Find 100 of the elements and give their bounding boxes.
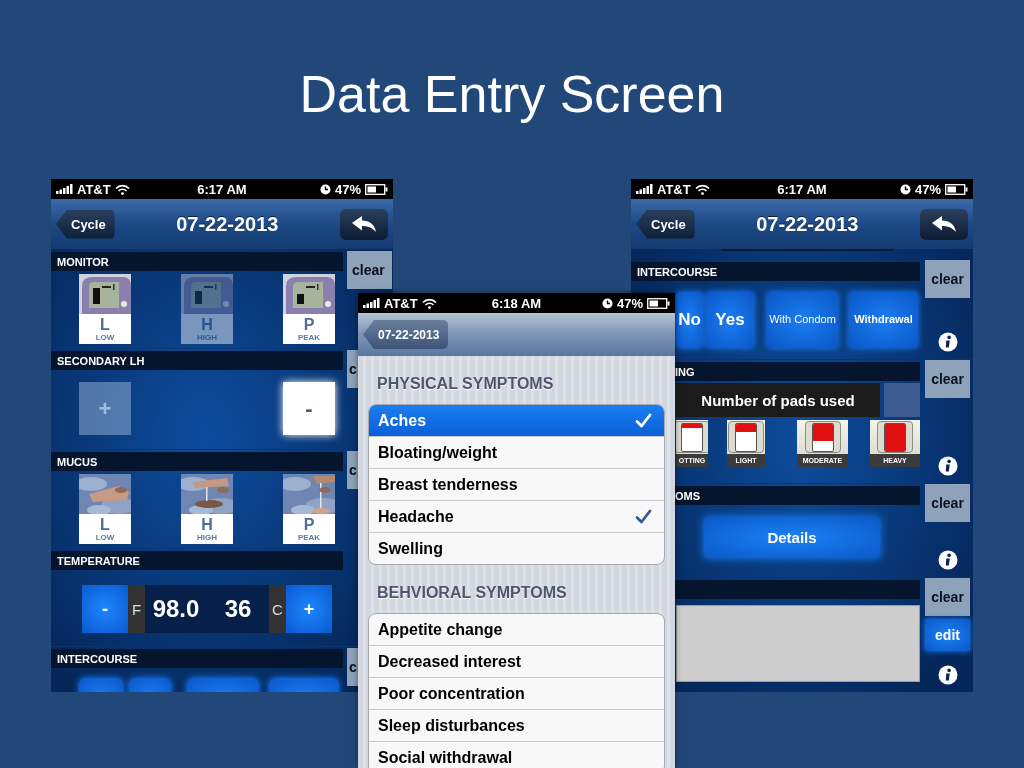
pad-icon xyxy=(877,421,913,453)
battery-percent: 47% xyxy=(334,181,361,197)
pad-icon xyxy=(804,421,841,453)
slide-title: Data Entry Screen xyxy=(299,64,725,124)
option-label: HIGH xyxy=(197,533,217,542)
info-icon[interactable] xyxy=(937,456,958,476)
plus-button[interactable]: + xyxy=(286,585,332,633)
clear-button[interactable]: c xyxy=(347,350,358,388)
device-icon xyxy=(181,274,233,314)
section-heading: BEHVIORAL SYMPTOMS xyxy=(376,583,568,603)
section-title: TEMPERATURE xyxy=(57,554,140,567)
option-card[interactable]: P PEAK xyxy=(283,474,335,544)
clock-time: 6:18 AM xyxy=(491,295,542,311)
back-button[interactable]: 07-22-2013 xyxy=(363,320,449,349)
option-button[interactable]: Yes xyxy=(706,292,754,348)
list-item[interactable]: Aches xyxy=(369,405,664,436)
device-icon xyxy=(79,274,131,314)
option-letter: P xyxy=(303,516,315,533)
item-label: Poor concentration xyxy=(378,684,525,703)
item-label: Bloating/weight xyxy=(378,443,498,462)
list-item[interactable]: Breast tenderness xyxy=(369,468,664,500)
section-title: SECONDARY LH xyxy=(57,354,145,367)
clear-button[interactable]: clear xyxy=(925,484,970,522)
section-heading: PHYSICAL SYMPTOMS xyxy=(376,374,555,394)
details-button[interactable]: Details xyxy=(704,517,880,558)
clock-icon xyxy=(319,183,331,195)
edit-button[interactable]: edit xyxy=(925,619,970,651)
option-letter: H xyxy=(201,316,213,333)
battery-icon xyxy=(647,297,670,309)
item-label: Appetite change xyxy=(378,620,503,639)
option-button[interactable]: Withdrawal xyxy=(849,292,918,348)
section-title: ING xyxy=(675,365,695,378)
back-button[interactable]: Cycle xyxy=(56,209,115,239)
nav-title: 07-22-2013 xyxy=(755,212,860,236)
list-item[interactable]: Bloating/weight xyxy=(369,436,664,468)
option-label: HIGH xyxy=(197,333,217,342)
clock-time: 6:17 AM xyxy=(197,181,247,197)
option-card[interactable]: P PEAK xyxy=(283,274,335,344)
item-label: Headache xyxy=(378,507,454,526)
minus-button[interactable]: - xyxy=(283,382,335,435)
option-label: LOW xyxy=(95,333,115,342)
return-button[interactable] xyxy=(920,208,968,240)
option-letter: L xyxy=(100,316,110,333)
section-title: MUCUS xyxy=(57,455,98,468)
option-card[interactable]: H HIGH xyxy=(181,474,233,544)
section-title: OMS xyxy=(675,489,701,502)
option-label: LOW xyxy=(95,533,115,542)
battery-icon xyxy=(945,183,968,195)
list-item[interactable]: Headache xyxy=(369,500,664,532)
clock-icon xyxy=(601,297,613,309)
info-icon[interactable] xyxy=(937,665,958,685)
pad-icon xyxy=(728,421,764,453)
info-icon[interactable] xyxy=(937,332,958,352)
item-label: Sleep disturbances xyxy=(378,716,525,735)
list-item[interactable]: Appetite change xyxy=(369,614,664,645)
pad-icon xyxy=(676,421,708,453)
option-card[interactable]: L LOW xyxy=(79,274,131,344)
clear-button[interactable]: clear xyxy=(925,578,970,616)
battery-percent: 47% xyxy=(616,295,643,311)
wifi-icon xyxy=(114,183,130,195)
clear-button[interactable]: c xyxy=(347,451,358,489)
section-title: INTERCOURSE xyxy=(637,265,718,278)
reply-arrow-icon xyxy=(351,215,377,233)
option-card[interactable]: L LOW xyxy=(79,474,131,544)
list-item[interactable]: Poor concentration xyxy=(369,677,664,709)
signal-icon xyxy=(363,298,380,308)
info-icon[interactable] xyxy=(937,550,958,570)
carrier-name: AT&T xyxy=(384,295,418,311)
notes-field[interactable] xyxy=(676,605,920,682)
list-item[interactable]: Social withdrawal xyxy=(369,741,664,768)
item-label: Breast tenderness xyxy=(378,475,518,494)
battery-icon xyxy=(365,183,388,195)
unit-label: C xyxy=(269,585,286,633)
option-letter: H xyxy=(201,516,213,533)
carrier-name: AT&T xyxy=(657,181,691,197)
signal-icon xyxy=(56,184,73,194)
minus-button[interactable]: - xyxy=(82,585,128,633)
list-item[interactable]: Swelling xyxy=(369,532,664,564)
battery-percent: 47% xyxy=(914,181,941,197)
option-button[interactable]: With Condom xyxy=(767,292,838,348)
list-item[interactable]: Decreased interest xyxy=(369,645,664,677)
item-label: Decreased interest xyxy=(378,652,522,671)
pads-count-field[interactable]: Number of pads used xyxy=(676,383,880,417)
section-title: INTERCOURSE xyxy=(57,652,138,665)
clear-button[interactable]: c xyxy=(347,648,358,686)
clock-icon xyxy=(899,183,911,195)
wifi-icon xyxy=(421,297,437,309)
option-letter: P xyxy=(303,316,315,333)
wifi-icon xyxy=(694,183,710,195)
option-button[interactable]: No xyxy=(676,292,703,348)
clear-button[interactable]: clear xyxy=(925,260,970,298)
clear-button[interactable]: clear xyxy=(925,360,970,398)
temperature-value: 36 xyxy=(207,585,269,633)
clear-button[interactable]: clear xyxy=(347,251,392,289)
return-button[interactable] xyxy=(340,208,388,240)
temperature-value: 98.0 xyxy=(145,585,207,633)
reply-arrow-icon xyxy=(931,215,957,233)
list-item[interactable]: Sleep disturbances xyxy=(369,709,664,741)
signal-icon xyxy=(636,184,653,194)
back-button[interactable]: Cycle xyxy=(636,209,695,239)
